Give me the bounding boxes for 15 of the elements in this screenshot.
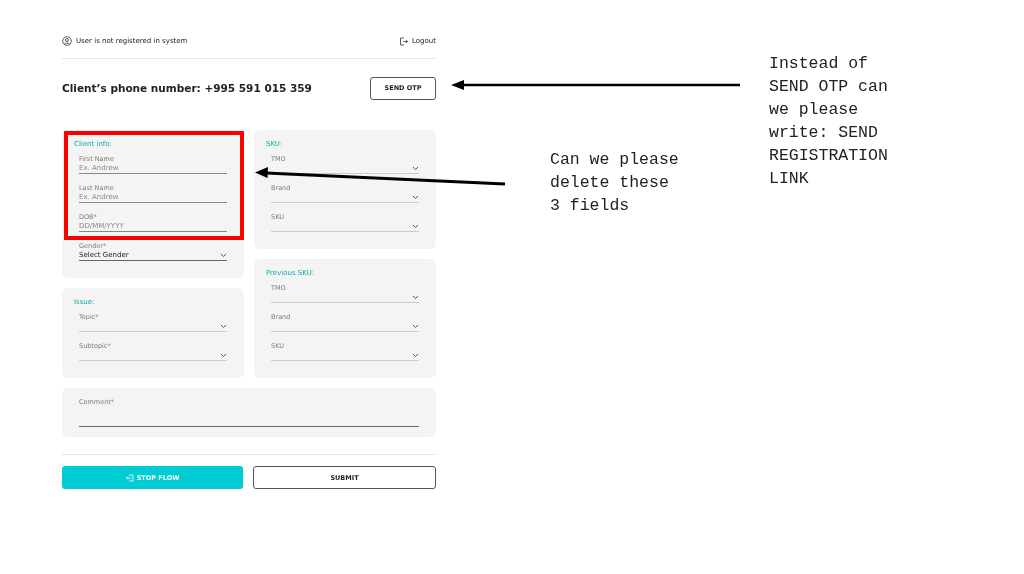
chevron-icon xyxy=(412,195,419,200)
chevron-icon xyxy=(220,353,227,358)
chevron-icon xyxy=(412,353,419,358)
chevron-icon xyxy=(220,324,227,329)
chevron-icon xyxy=(412,295,419,300)
chevron-icon xyxy=(412,324,419,329)
user-icon xyxy=(62,36,72,46)
chevron-icon xyxy=(220,253,227,258)
annotation-note: Instead of SEND OTP can we please write: SEND REGISTRATION LINK xyxy=(769,53,888,190)
chevron-icon xyxy=(412,224,419,229)
logout-icon xyxy=(399,36,409,46)
exit-icon xyxy=(125,473,134,482)
annotation-note: Can we please delete these 3 fields xyxy=(550,149,679,217)
phone-number-text: Client’s phone number: +995 591 015 359 xyxy=(62,82,312,94)
chevron-icon xyxy=(412,166,419,171)
